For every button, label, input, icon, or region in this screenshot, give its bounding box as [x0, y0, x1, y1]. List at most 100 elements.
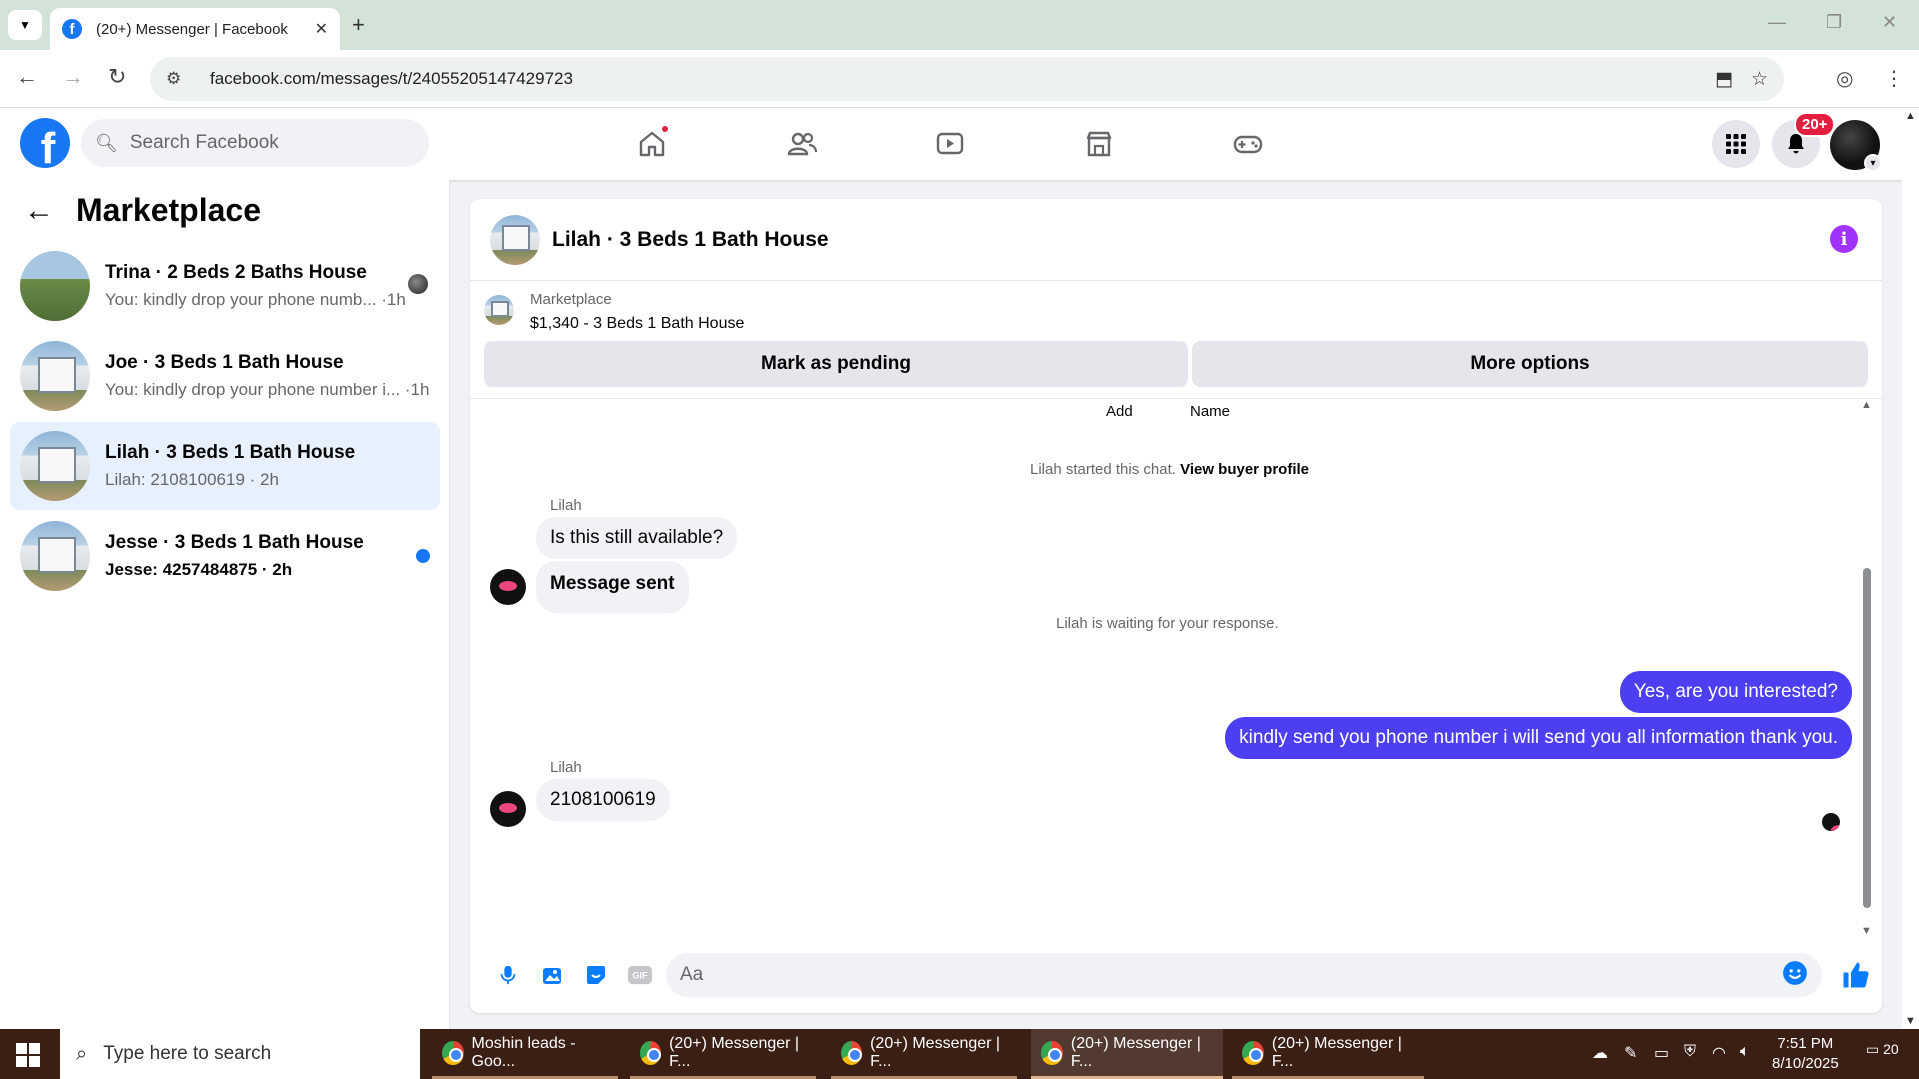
- page-scrollbar[interactable]: ▲ ▼: [1902, 108, 1919, 1029]
- taskbar-clock[interactable]: 7:51 PM 8/10/2025: [1772, 1034, 1839, 1074]
- minimize-icon[interactable]: —: [1768, 12, 1786, 33]
- taskbar-item[interactable]: (20+) Messenger | F...: [1232, 1029, 1424, 1079]
- back-arrow-icon[interactable]: ←: [24, 194, 54, 228]
- conversation-item[interactable]: Trina · 2 Beds 2 Baths House You: kindly…: [10, 242, 440, 330]
- info-icon[interactable]: i: [1830, 225, 1858, 253]
- facebook-favicon-icon: f: [62, 19, 82, 39]
- menu-button[interactable]: [1712, 120, 1760, 168]
- conversation-preview: Jesse: 4257484875 · 2h: [105, 560, 293, 579]
- thread-scrollbar[interactable]: ▲ ▼: [1860, 399, 1874, 935]
- conversation-item[interactable]: Joe · 3 Beds 1 Bath House You: kindly dr…: [10, 332, 440, 420]
- chrome-icon: [1242, 1040, 1264, 1065]
- search-icon: ⌕: [76, 1042, 88, 1065]
- wifi-icon[interactable]: ◠: [1712, 1043, 1726, 1063]
- onedrive-icon[interactable]: ☁: [1592, 1043, 1608, 1063]
- browser-menu-icon[interactable]: ⋮: [1884, 66, 1904, 91]
- volume-icon[interactable]: 🔈︎: [1740, 1043, 1750, 1061]
- account-avatar[interactable]: ▾: [1830, 120, 1882, 172]
- listing-thumbnail: [20, 431, 90, 501]
- windows-start-icon[interactable]: [16, 1043, 40, 1067]
- facebook-logo-icon[interactable]: f: [20, 118, 70, 168]
- new-tab-icon[interactable]: +: [352, 12, 365, 38]
- message-thread: Add Name Lilah started this chat. View b…: [470, 399, 1882, 935]
- notification-center-button[interactable]: ▭ 20: [1866, 1041, 1899, 1058]
- outgoing-message[interactable]: kindly send you phone number i will send…: [1225, 717, 1852, 759]
- name-label[interactable]: Name: [1190, 403, 1230, 420]
- watch-nav-button[interactable]: [928, 124, 972, 164]
- notifications-button[interactable]: 20+: [1772, 112, 1836, 168]
- conversation-item-active[interactable]: Lilah · 3 Beds 1 Bath House Lilah: 21081…: [10, 422, 440, 510]
- marketplace-sidebar: ← Marketplace Trina · 2 Beds 2 Baths Hou…: [0, 180, 450, 1029]
- chat-started-text: Lilah started this chat.: [1030, 461, 1176, 478]
- restore-icon[interactable]: ❐: [1826, 12, 1842, 33]
- view-buyer-profile-link[interactable]: View buyer profile: [1180, 461, 1309, 478]
- address-bar[interactable]: ⚙ facebook.com/messages/t/24055205147429…: [150, 57, 1784, 101]
- add-label[interactable]: Add: [1106, 403, 1133, 420]
- sender-avatar[interactable]: [490, 791, 526, 827]
- taskbar-item[interactable]: Moshin leads - Goo...: [432, 1029, 618, 1079]
- scroll-down-icon[interactable]: ▼: [1861, 925, 1872, 935]
- scroll-down-icon[interactable]: ▼: [1905, 1015, 1916, 1027]
- unread-dot: [416, 549, 430, 563]
- waiting-notice: Lilah is waiting for your response.: [1056, 615, 1279, 632]
- taskbar-search[interactable]: ⌕ Type here to search: [60, 1029, 420, 1079]
- microphone-icon[interactable]: [494, 961, 522, 989]
- sticker-icon[interactable]: [582, 961, 610, 989]
- message-input-box[interactable]: [666, 953, 1822, 997]
- incoming-message[interactable]: Is this still available?: [536, 517, 738, 559]
- listing-thumbnail: [20, 521, 90, 591]
- notification-count: 20: [1883, 1041, 1899, 1057]
- window-close-icon[interactable]: ✕: [1882, 12, 1897, 33]
- taskbar-item-label: (20+) Messenger | F...: [669, 1034, 800, 1070]
- close-icon[interactable]: ✕: [315, 19, 328, 39]
- chrome-icon: [640, 1040, 662, 1065]
- friends-nav-button[interactable]: [780, 124, 824, 164]
- profile-icon[interactable]: ◎: [1836, 66, 1853, 91]
- conversation-name: Lilah · 3 Beds 1 Bath House: [105, 442, 356, 463]
- scroll-up-icon[interactable]: ▲: [1861, 399, 1872, 411]
- conversation-name: Joe · 3 Beds 1 Bath House: [105, 352, 344, 373]
- listing-thumbnail[interactable]: [484, 295, 514, 325]
- photo-icon[interactable]: [538, 961, 566, 989]
- conversation-item[interactable]: Jesse · 3 Beds 1 Bath House Jesse: 42574…: [10, 512, 440, 600]
- scrollbar-thumb[interactable]: [1863, 568, 1871, 908]
- listing-price[interactable]: $1,340 - 3 Beds 1 Bath House: [530, 315, 744, 333]
- mark-as-pending-button[interactable]: Mark as pending: [484, 341, 1188, 387]
- tab-search-button[interactable]: ▼: [8, 10, 42, 40]
- reload-icon[interactable]: ↻: [108, 64, 126, 90]
- facebook-search[interactable]: 🔍︎: [81, 119, 429, 167]
- gaming-icon: [1233, 135, 1263, 154]
- gaming-nav-button[interactable]: [1226, 124, 1270, 164]
- home-notification-dot: [660, 124, 670, 134]
- listing-thumbnail[interactable]: [490, 214, 540, 265]
- home-nav-button[interactable]: [630, 124, 674, 164]
- incoming-message[interactable]: Message sent: [536, 561, 689, 613]
- chat-title[interactable]: Lilah · 3 Beds 1 Bath House: [552, 228, 829, 252]
- taskbar-item[interactable]: (20+) Messenger | F...: [831, 1029, 1017, 1079]
- site-info-icon[interactable]: ⚙: [166, 69, 188, 89]
- message-input[interactable]: [680, 964, 1782, 986]
- more-options-button[interactable]: More options: [1192, 341, 1868, 387]
- search-input[interactable]: [129, 132, 410, 154]
- chat-panel: Lilah · 3 Beds 1 Bath House i Marketplac…: [470, 199, 1882, 1013]
- marketplace-nav-button[interactable]: [1077, 124, 1121, 164]
- sender-avatar[interactable]: [490, 569, 526, 605]
- security-shield-icon[interactable]: ⛨: [1684, 1043, 1696, 1061]
- taskbar-item-active[interactable]: (20+) Messenger | F...: [1031, 1029, 1223, 1079]
- forward-arrow-icon[interactable]: →: [62, 64, 84, 90]
- scroll-up-icon[interactable]: ▲: [1905, 110, 1916, 122]
- browser-tab[interactable]: f (20+) Messenger | Facebook ✕: [50, 8, 340, 50]
- taskbar-item[interactable]: (20+) Messenger | F...: [630, 1029, 816, 1079]
- incoming-message[interactable]: 2108100619: [536, 779, 670, 821]
- install-app-icon[interactable]: ⬒: [1715, 68, 1733, 91]
- like-thumbs-up-icon[interactable]: [1840, 959, 1872, 991]
- bookmark-star-icon[interactable]: ☆: [1751, 68, 1768, 91]
- search-icon: 🔍︎: [95, 132, 118, 153]
- gif-icon[interactable]: GIF: [626, 961, 654, 989]
- back-arrow-icon[interactable]: ←: [16, 64, 38, 90]
- pen-icon[interactable]: ✎: [1624, 1043, 1637, 1063]
- emoji-icon[interactable]: [1782, 960, 1808, 991]
- battery-icon[interactable]: ▭: [1654, 1043, 1669, 1063]
- outgoing-message[interactable]: Yes, are you interested?: [1619, 671, 1852, 713]
- sidebar-header: ← Marketplace: [24, 192, 261, 229]
